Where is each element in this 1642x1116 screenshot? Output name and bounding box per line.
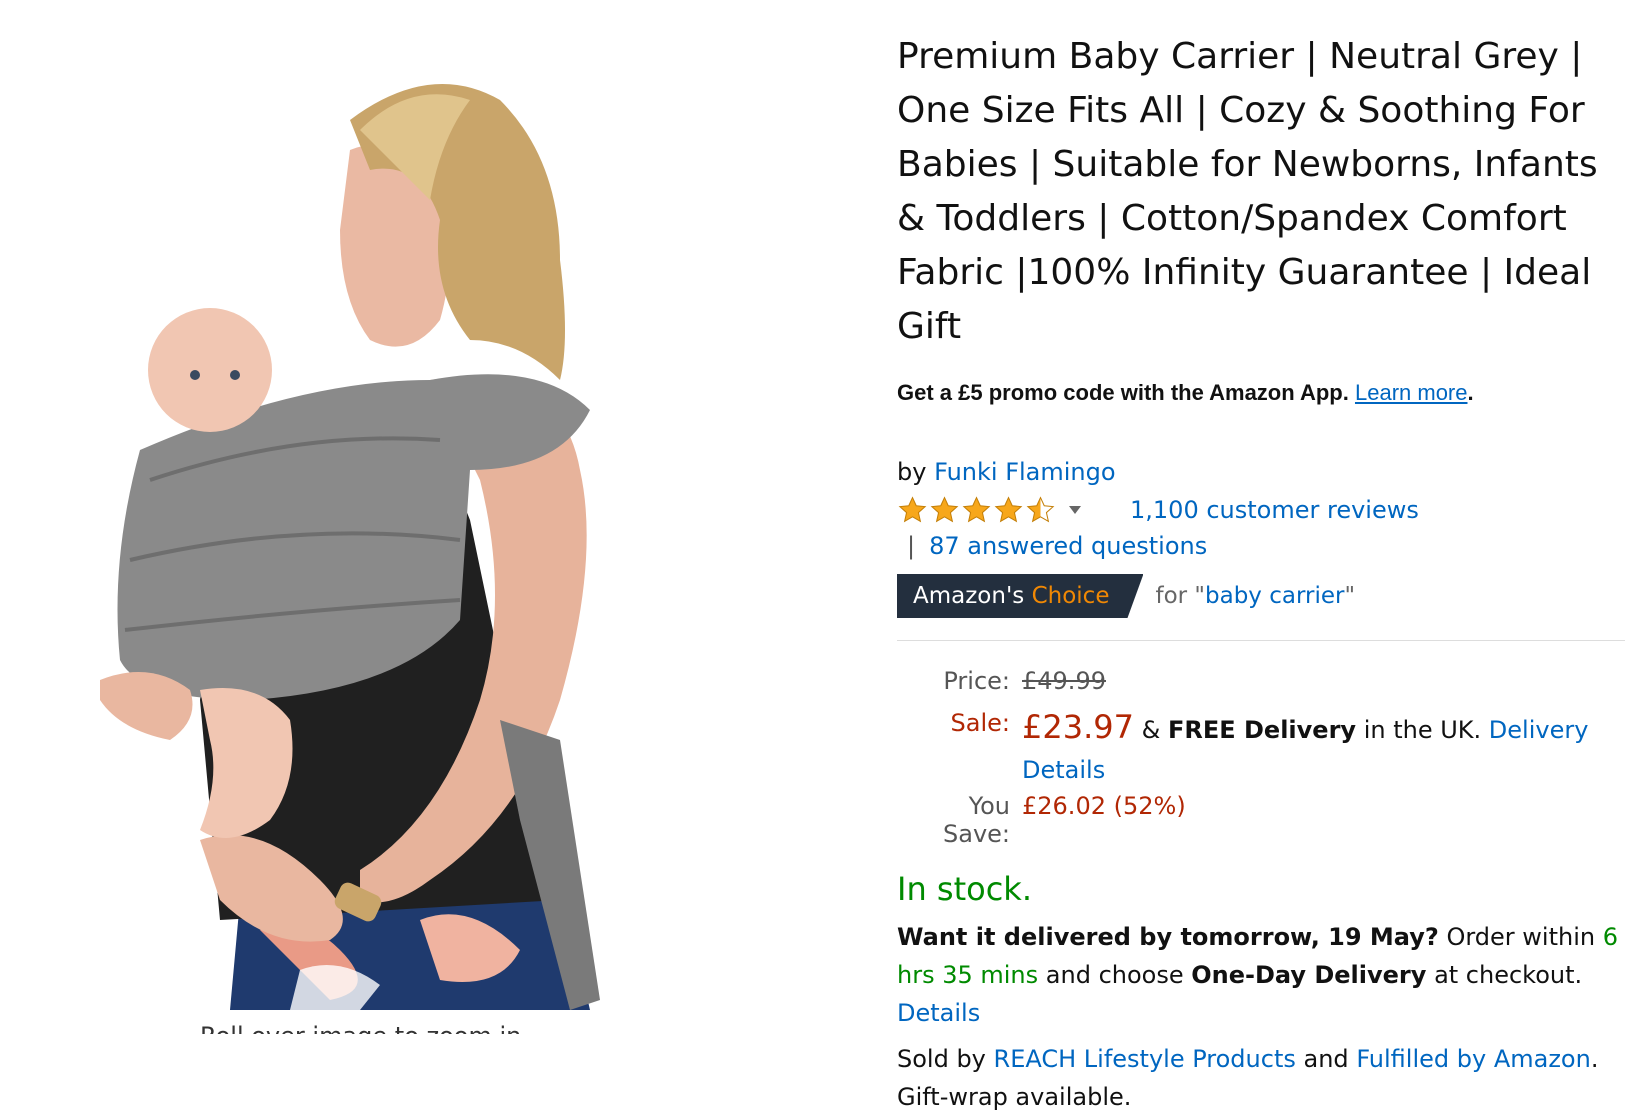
- product-image[interactable]: [0, 0, 860, 1010]
- seller-end: .: [1590, 1045, 1599, 1073]
- free-delivery-text: FREE Delivery: [1167, 716, 1357, 744]
- product-image-panel[interactable]: Roll over image to zoom in: [0, 0, 860, 1034]
- list-price: £49.99: [1022, 667, 1106, 695]
- byline-prefix: by: [897, 458, 927, 486]
- seller-info: Sold by REACH Lifestyle Products and Ful…: [897, 1040, 1637, 1116]
- separator: |: [907, 532, 916, 560]
- you-save-row: You Save: £26.02 (52%): [897, 792, 1637, 848]
- delivery-message: Want it delivered by tomorrow, 19 May? O…: [897, 918, 1637, 1032]
- customer-reviews-link[interactable]: 1,100 customer reviews: [1130, 496, 1419, 524]
- and-text: and: [1303, 1045, 1349, 1073]
- badge-part1: Amazon's: [913, 583, 1025, 609]
- delivery-details-info-link[interactable]: Details: [897, 999, 980, 1027]
- price-label: Price:: [943, 667, 1010, 695]
- star-rating[interactable]: [897, 495, 1056, 526]
- delivery-ampersand: &: [1141, 716, 1161, 744]
- learn-more-link[interactable]: Learn more: [1355, 380, 1468, 405]
- stock-status: In stock.: [897, 870, 1032, 908]
- you-save-value: £26.02 (52%): [1022, 792, 1186, 820]
- list-price-row: Price: £49.99: [897, 667, 1637, 703]
- delivery-where: in the UK.: [1363, 716, 1482, 744]
- image-zoom-caption: Roll over image to zoom in: [200, 1022, 521, 1034]
- promo-text: Get a £5 promo code with the Amazon App.: [897, 380, 1349, 405]
- star-icon: [930, 495, 959, 522]
- promo-end: .: [1467, 380, 1474, 405]
- answered-questions-link[interactable]: 87 answered questions: [929, 532, 1207, 560]
- one-day-delivery: One-Day Delivery: [1191, 961, 1427, 989]
- star-half-icon: [1026, 495, 1055, 522]
- choice-for-prefix: for: [1155, 583, 1188, 609]
- badge-part2: Choice: [1031, 583, 1110, 609]
- delivery-question: Want it delivered by tomorrow, 19 May?: [897, 923, 1439, 951]
- divider: [897, 640, 1625, 641]
- quote-close: ": [1344, 583, 1356, 609]
- sale-price-row: Sale: £23.97 & FREE Delivery in the UK. …: [897, 707, 1637, 790]
- quote-open: ": [1194, 583, 1206, 609]
- brand-link[interactable]: Funki Flamingo: [934, 458, 1115, 486]
- seller-link[interactable]: REACH Lifestyle Products: [994, 1045, 1296, 1073]
- product-details: Premium Baby Carrier | Neutral Grey | On…: [897, 30, 1637, 1116]
- amazons-choice-badge[interactable]: Amazon's Choice: [897, 574, 1143, 618]
- sold-by-label: Sold by: [897, 1045, 986, 1073]
- app-promo: Get a £5 promo code with the Amazon App.…: [897, 380, 1637, 406]
- fulfilled-by-amazon-link[interactable]: Fulfilled by Amazon: [1356, 1045, 1591, 1073]
- gift-wrap-text: Gift-wrap available.: [897, 1083, 1132, 1111]
- qa-row: | 87 answered questions: [897, 532, 1637, 560]
- chevron-down-icon[interactable]: [1068, 505, 1082, 515]
- choice-for-text: for "baby carrier": [1155, 583, 1355, 609]
- sale-price: £23.97: [1022, 708, 1134, 746]
- product-title: Premium Baby Carrier | Neutral Grey | On…: [897, 36, 1598, 347]
- sale-label: Sale:: [950, 709, 1010, 737]
- choice-keyword-link[interactable]: baby carrier: [1205, 583, 1344, 609]
- amazons-choice-row: Amazon's Choice for "baby carrier": [897, 574, 1637, 618]
- byline: by Funki Flamingo: [897, 458, 1637, 486]
- rating-row: 1,100 customer reviews: [897, 492, 1637, 528]
- at-checkout: at checkout.: [1434, 961, 1583, 989]
- star-icon: [962, 495, 991, 522]
- order-within: Order within: [1446, 923, 1596, 951]
- price-block: Price: £49.99 Sale: £23.97 & FREE Delive…: [897, 667, 1637, 848]
- star-icon: [898, 495, 927, 522]
- star-icon: [994, 495, 1023, 522]
- you-save-label: You Save:: [943, 792, 1010, 848]
- and-choose: and choose: [1045, 961, 1184, 989]
